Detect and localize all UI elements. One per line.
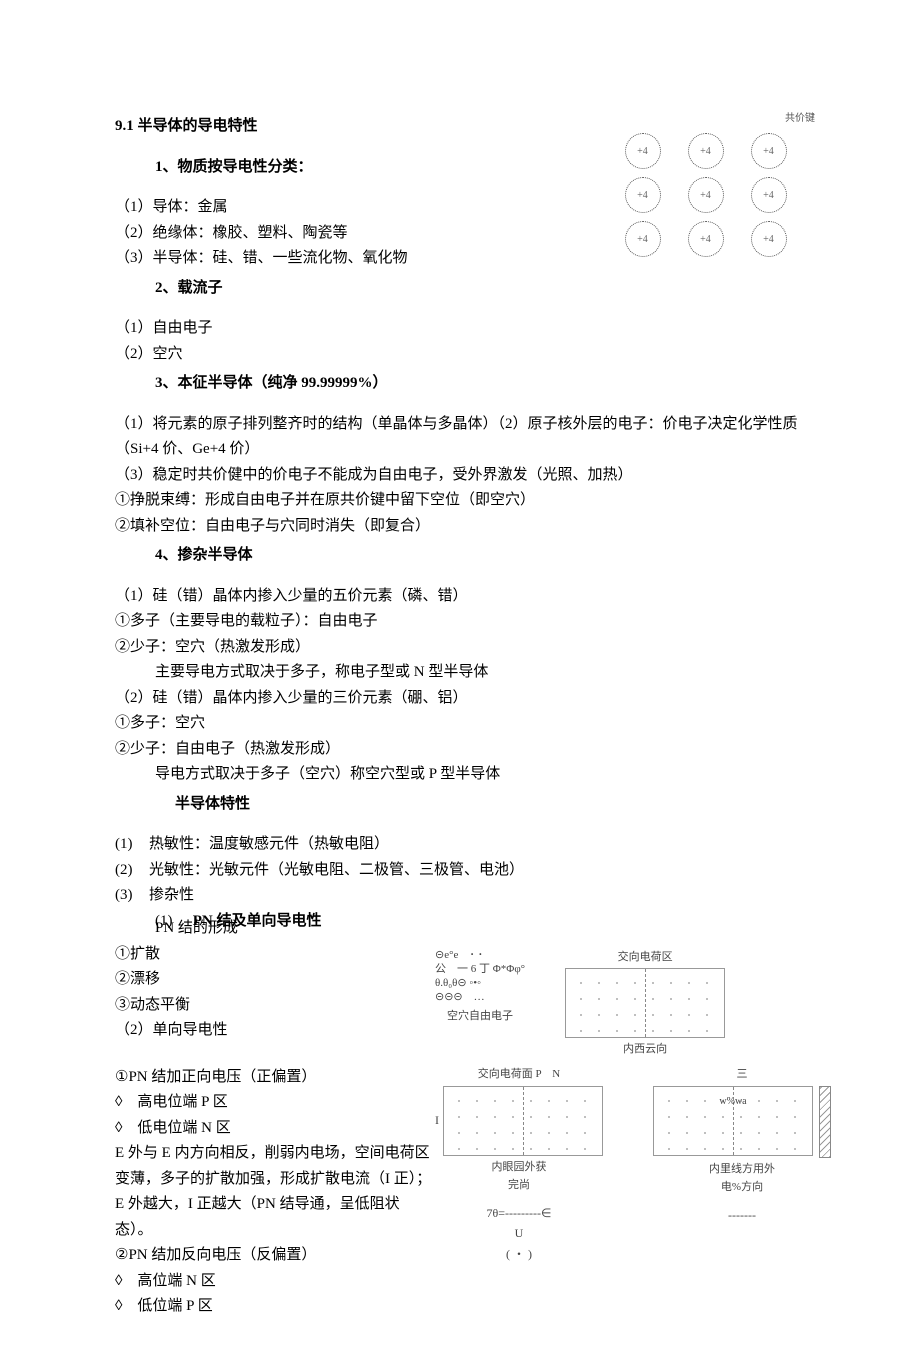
text-line: ①PN 结加正向电压（正偏置） (115, 1065, 435, 1091)
text-line: ②少子：自由电子（热激发形成） (115, 737, 815, 763)
atom-icon: +4 (751, 177, 787, 213)
text-line: （3）稳定时共价健中的价电子不能成为自由电子，受外界激发（光照、加热） (115, 463, 815, 489)
text-line: 主要导电方式取决于多子，称电子型或 N 型半导体 (115, 660, 815, 686)
figure-caption: 交向电荷面 P N (435, 1065, 603, 1084)
text-line: （2）硅（错）晶体内掺入少量的三价元素（硼、铝） (115, 686, 815, 712)
list-number: (3) (115, 883, 149, 909)
atom-icon: +4 (688, 221, 724, 257)
space-charge-box (565, 968, 725, 1038)
text-paragraph: E 外与 E 内方向相反，削弱内电场，空间电荷区变薄，多子的扩散加强，形成扩散电… (115, 1141, 435, 1243)
atom-icon: +4 (625, 177, 661, 213)
heading-2: 2、载流子 (115, 276, 815, 302)
text-line: (2)光敏性：光敏元件（光敏电阻、二极管、三极管、电池） (115, 858, 815, 884)
bond-label: 共价键 (615, 110, 815, 127)
atom-icon: +4 (688, 133, 724, 169)
lattice-grid: +4 +4 +4 +4 +4 +4 +4 +4 +4 (615, 127, 815, 263)
text-line: ①多子：空穴 (115, 711, 815, 737)
text-line: ◊ 低电位端 N 区 (115, 1116, 435, 1142)
text-line: （1）硅（错）晶体内掺入少量的五价元素（磷、错） (115, 584, 815, 610)
figure-caption: 内里线方用外 电%方向 (653, 1160, 831, 1197)
atom-icon: +4 (625, 133, 661, 169)
pn-formation-figure: ⊝e°e ･ ･ 公 一 6 丁 Φ*Φφ° θ.θ₀θ⊝ ◦•◦ ⊝⊝⊝ … … (435, 942, 815, 1065)
figure-caption: 交向电荷区 (565, 948, 725, 967)
text-line: ①挣脱束缚：形成自由电子并在原共价键中留下空位（即空穴） (115, 488, 815, 514)
atom-icon: +4 (688, 177, 724, 213)
inner-label: w%wa (719, 1093, 746, 1110)
covalent-lattice-figure: 共价键 +4 +4 +4 +4 +4 +4 +4 +4 +4 (615, 110, 815, 263)
text-line: (3)掺杂性 (115, 883, 815, 909)
atom-icon: +4 (751, 133, 787, 169)
pn-bias-figure: 交向电荷面 P N I 内眼园外获 完尚 7θ=---------∈ U ( ・… (435, 1065, 815, 1264)
reverse-bias-box: w%wa (653, 1086, 813, 1156)
pn-divider-icon (645, 969, 646, 1037)
current-label: I (435, 1110, 439, 1130)
atom-icon: +4 (625, 221, 661, 257)
text-line: ②少子：空穴（热激发形成） (115, 635, 815, 661)
text-line: ①多子（主要导电的载粒子）：自由电子 (115, 609, 815, 635)
list-text: 光敏性：光敏元件（光敏电阻、二极管、三极管、电池） (149, 862, 524, 878)
equation-text: 7θ=---------∈ U ( ・ ) (435, 1203, 603, 1264)
text-line: ◊ 低位端 P 区 (115, 1294, 435, 1320)
heading-4: 4、掺杂半导体 (115, 543, 815, 569)
list-text: 掺杂性 (149, 887, 194, 903)
text-line: 导电方式取决于多子（空穴）称空穴型或 P 型半导体 (115, 762, 815, 788)
list-number: (1) (115, 832, 149, 858)
text-line: ②PN 结加反向电压（反偏置） (115, 1243, 435, 1269)
list-number: (2) (115, 858, 149, 884)
charge-glyphs: ⊝e°e ･ ･ 公 一 6 丁 Φ*Φφ° θ.θ₀θ⊝ ◦•◦ ⊝⊝⊝ … (435, 948, 525, 1005)
pn-divider-icon (523, 1087, 524, 1155)
text-line: ◊ 高位端 N 区 (115, 1269, 435, 1295)
text-line: （1）将元素的原子排列整齐时的结构（单晶体与多晶体）（2）原子核外层的电子：价电… (115, 412, 815, 463)
heading-3: 3、本征半导体（纯净 99.99999%） (115, 371, 815, 397)
figure-caption: 空穴自由电子 (435, 1007, 525, 1026)
equation-text: ------- (653, 1205, 831, 1225)
heading-semiconductor-props: 半导体特性 (115, 792, 815, 818)
text-line: ◊ 高电位端 P 区 (115, 1090, 435, 1116)
figure-caption: 内眼园外获 完尚 (435, 1158, 603, 1195)
text-line: (1)热敏性：温度敏感元件（热敏电阻） (115, 832, 815, 858)
figure-caption: 三 (653, 1065, 831, 1084)
pn-subtitle: PN 结的形成 (115, 916, 815, 942)
resistor-icon (819, 1086, 831, 1158)
text-line: （1）自由电子 (115, 316, 815, 342)
figure-caption: 内西云向 (565, 1040, 725, 1059)
text-line: ②填补空位：自由电子与穴同时消失（即复合） (115, 514, 815, 540)
forward-bias-box (443, 1086, 603, 1156)
atom-icon: +4 (751, 221, 787, 257)
list-text: 热敏性：温度敏感元件（热敏电阻） (149, 836, 389, 852)
text-line: （2）空穴 (115, 342, 815, 368)
